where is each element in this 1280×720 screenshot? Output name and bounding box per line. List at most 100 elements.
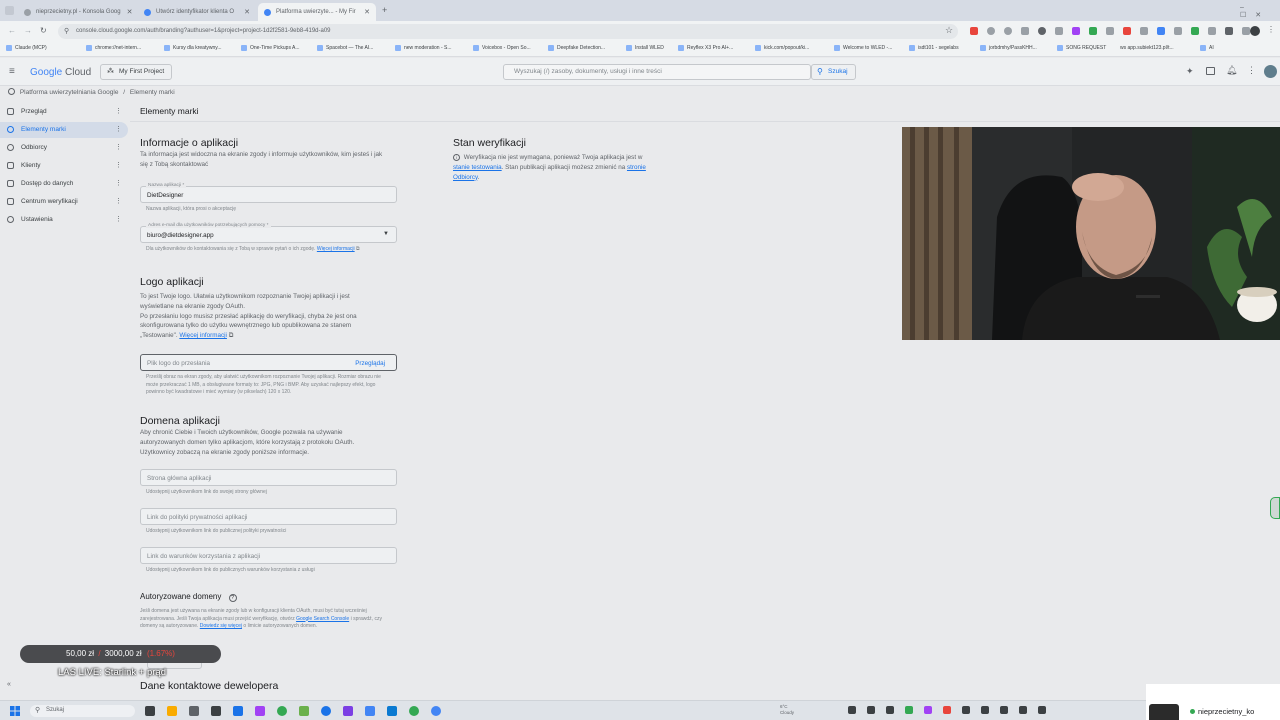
back-icon[interactable]: ← [8,26,16,35]
sidebar-item-clients[interactable]: Klienty ⋮ [0,158,128,174]
taskbar-app-icon[interactable] [233,706,243,716]
browser-tab[interactable]: nieprzecietny.pl - Konsola Goog ✕ [18,3,136,21]
sidebar-item-audience[interactable]: Odbiorcy ⋮ [0,140,128,156]
search-input[interactable]: Wyszukaj (/) zasoby, dokumenty, usługi i… [503,64,811,80]
bookmark-item[interactable]: Deepfake Detection... [548,45,605,51]
learn-more-link[interactable]: Więcej informacji [179,332,227,339]
collapse-sidebar-icon[interactable]: « [7,681,11,688]
vscode-icon[interactable] [387,706,397,716]
testing-state-link[interactable]: stanie testowania [453,164,502,171]
support-email-select[interactable]: Adres e-mail dla użytkowników potrzebują… [140,223,397,243]
sidebar-item-data-access[interactable]: Dostęp do danych ⋮ [0,176,128,192]
bookmark-item[interactable]: chrome://net-intern... [86,45,141,51]
bookmark-item[interactable]: SONG REQUEST [1057,45,1106,51]
info-icon: i [453,154,460,161]
task-view-icon[interactable] [145,706,155,716]
new-tab-icon[interactable]: + [382,5,387,15]
gemini-icon[interactable]: ✦ [1186,66,1194,77]
file-explorer-icon[interactable] [167,706,177,716]
bookmark-item[interactable]: isdt101 - segelabs [909,45,959,51]
help-icon[interactable]: ? [228,594,237,602]
site-info-icon[interactable]: ⚲ [64,27,69,35]
bookmark-item[interactable]: Welcome to WLED -... [834,45,892,51]
close-icon[interactable]: ✕ [358,8,370,16]
taskbar-app-icon[interactable] [211,706,221,716]
taskbar-app-icon[interactable] [189,706,199,716]
close-icon[interactable]: ✕ [238,8,250,16]
taskbar-app-icon[interactable] [277,706,287,716]
bookmark-item[interactable]: kick.com/popout/ki... [755,45,809,51]
taskbar-app-icon[interactable] [255,706,265,716]
sidebar-item-verification[interactable]: Centrum weryfikacji ⋮ [0,194,128,210]
favicon-icon [264,8,271,16]
homepage-input[interactable]: Strona główna aplikacji [140,469,397,486]
bookmark-item[interactable]: Install WLED [626,45,664,51]
search-button[interactable]: ⚲ Szukaj [811,64,856,80]
bookmark-star-icon[interactable]: ☆ [945,25,953,36]
bookmark-item[interactable]: Claude (MCP) [6,45,47,51]
more-icon[interactable]: ⋮ [115,161,122,169]
more-icon[interactable]: ⋮ [115,215,122,223]
browser-tab[interactable]: Utwórz identyfikator klienta O ✕ [138,3,256,21]
sidebar-item-settings[interactable]: Ustawienia ⋮ [0,212,128,228]
window-menu-icon[interactable] [5,6,14,15]
terms-input[interactable]: Link do warunków korzystania z aplikacji [140,547,397,564]
bookmark-item[interactable]: Voicebox - Open So... [473,45,531,51]
project-picker-button[interactable]: ⁂ My First Project [100,64,173,80]
learn-more-link[interactable]: Więcej informacji [317,246,355,252]
chrome-icon[interactable] [431,706,441,716]
more-icon[interactable]: ⋮ [115,107,122,115]
stream-title: LAS LIVE: Starlink + prąd [58,667,166,678]
breadcrumb-root[interactable]: Platforma uwierzytelniania Google [20,89,119,96]
bookmark-item[interactable]: ws app.subiekt123.pl/t... [1120,45,1174,51]
breadcrumb: Platforma uwierzytelniania Google / Elem… [8,88,175,96]
browser-tab-active[interactable]: Platforma uwierzyte... - My Fir ✕ [258,3,376,21]
favicon-icon [144,8,151,16]
learn-more-link[interactable]: Dowiedz się więcej [200,623,242,629]
forward-icon[interactable]: → [24,26,32,35]
taskbar-app-icon[interactable] [365,706,375,716]
more-icon[interactable]: ⋮ [115,143,122,151]
cloud-shell-icon[interactable] [1206,67,1215,75]
taskbar-app-icon[interactable] [299,706,309,716]
weather-widget[interactable]: 6°C Cloudy [780,704,794,716]
authorized-domains-heading: Autoryzowane domeny ? [140,592,237,602]
taskbar-app-icon[interactable] [343,706,353,716]
extension-icons[interactable] [970,27,1250,36]
more-icon[interactable]: ⋮ [115,125,122,133]
feedback-icon[interactable] [1270,497,1280,519]
window-controls[interactable]: –☐✕ [1240,4,1280,19]
privacy-policy-input[interactable]: Link do polityki prywatności aplikacji [140,508,397,525]
browser-menu-icon[interactable]: ⋮ [1267,25,1275,34]
bookmark-item[interactable]: jorbdmhy/PassKHH... [980,45,1037,51]
bookmark-item[interactable]: AI [1200,45,1214,51]
url-input[interactable]: ⚲ console.cloud.google.com/auth/branding… [58,24,958,39]
bookmark-item[interactable]: Reyflex X3 Pro AI+... [678,45,733,51]
bookmark-item[interactable]: Kursy dla kreatywny... [164,45,222,51]
account-avatar[interactable] [1264,65,1277,78]
app-name-field[interactable]: Nazwa aplikacji * DietDesigner [140,183,397,203]
bookmark-item[interactable]: One-Time Pickups A... [241,45,300,51]
profile-avatar[interactable] [1250,26,1260,36]
notifications-icon[interactable]: 🔔︎ [1226,65,1237,76]
taskbar-search-input[interactable]: ⚲ Szukaj [30,705,135,717]
browse-button[interactable]: Przeglądaj [355,360,385,367]
google-cloud-logo[interactable]: Google Cloud [30,67,91,78]
bookmark-item[interactable]: Spacebot — The AI... [317,45,373,51]
close-icon[interactable]: ✕ [121,8,133,16]
bookmark-item[interactable]: new moderation - S... [395,45,452,51]
sidebar-item-overview[interactable]: Przegląd ⋮ [0,104,128,120]
taskbar-app-icon[interactable] [409,706,419,716]
reload-icon[interactable]: ↻ [40,26,47,35]
hamburger-menu-icon[interactable]: ≡ [9,66,15,77]
search-console-link[interactable]: Google Search Console [296,616,349,622]
more-icon[interactable]: ⋮ [115,197,122,205]
streamer-avatar [1149,704,1179,720]
system-tray-icons[interactable] [848,706,1046,714]
taskbar-app-icon[interactable] [321,706,331,716]
more-icon[interactable]: ⋮ [115,179,122,187]
logo-file-input[interactable]: Plik logo do przesłania Przeglądaj [140,354,397,371]
sidebar-item-branding[interactable]: Elementy marki ⋮ [0,122,128,138]
windows-start-icon[interactable] [10,706,20,716]
more-options-icon[interactable]: ⋮ [1247,65,1256,76]
